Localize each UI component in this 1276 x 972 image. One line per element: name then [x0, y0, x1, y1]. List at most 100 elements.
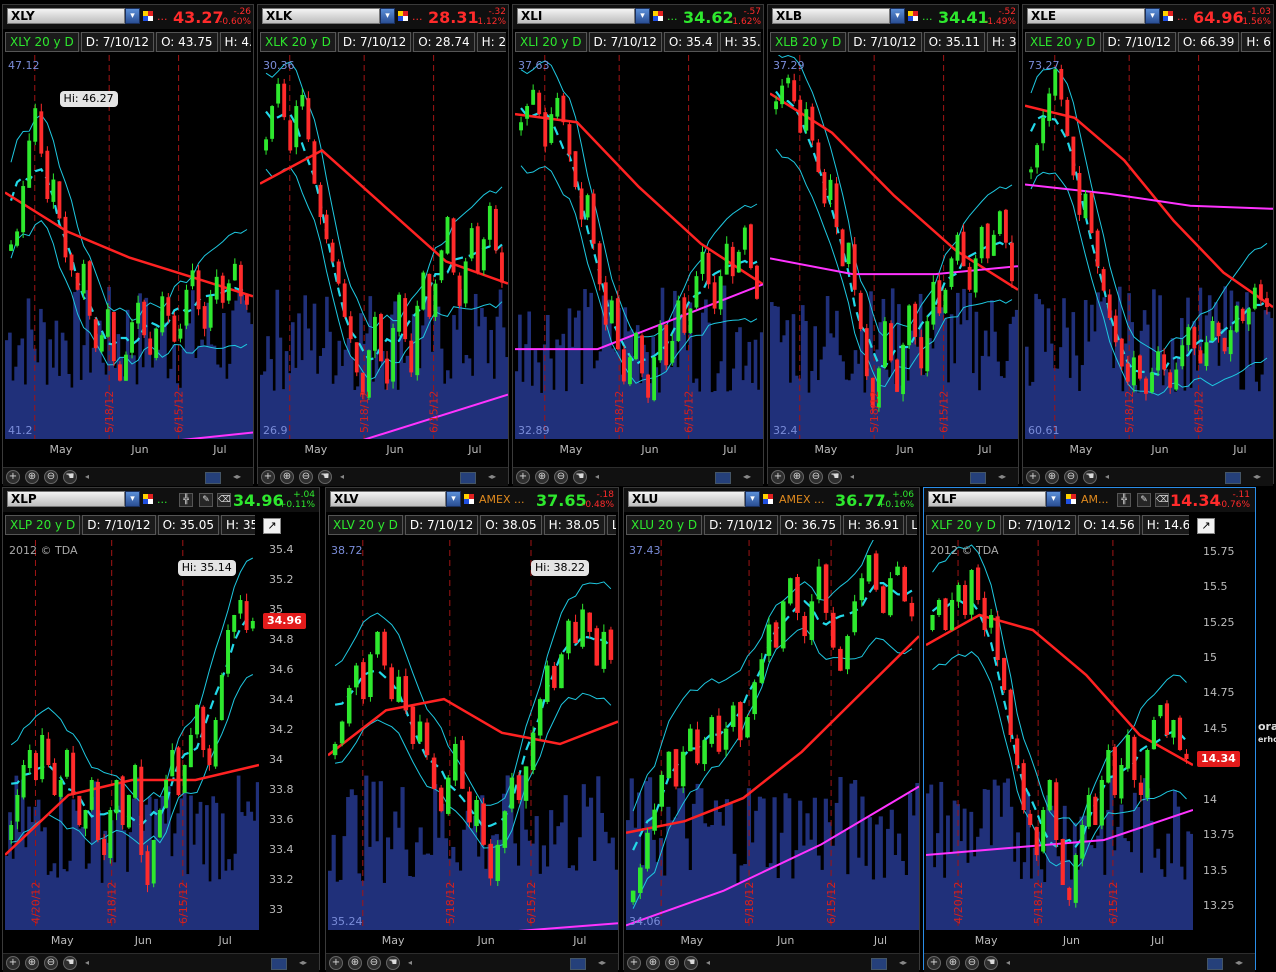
- scroll-right-icon[interactable]: ◂▸: [1253, 473, 1267, 481]
- symbol-input[interactable]: XLB: [772, 8, 890, 24]
- scroll-left-icon[interactable]: ◂: [595, 473, 601, 481]
- zoom-out-icon[interactable]: ⊖: [44, 956, 58, 970]
- scroll-right-icon[interactable]: ◂▸: [299, 959, 313, 967]
- pencil-icon[interactable]: ✎: [1137, 493, 1151, 507]
- scroll-left-icon[interactable]: ◂: [85, 473, 91, 481]
- crosshair-icon[interactable]: +: [771, 470, 785, 484]
- scrollbar-thumb[interactable]: [460, 472, 476, 484]
- price-plot[interactable]: 5/18/12 6/15/12 37.43 34.06: [626, 540, 919, 930]
- link-flag-icon[interactable]: [653, 11, 663, 21]
- drag-hand-icon[interactable]: ☚: [386, 956, 400, 970]
- symbol-input[interactable]: XLU: [628, 491, 745, 507]
- scroll-right-icon[interactable]: ◂▸: [743, 473, 757, 481]
- dropdown-icon[interactable]: ▾: [890, 8, 905, 24]
- dropdown-icon[interactable]: ▾: [1145, 8, 1160, 24]
- zoom-out-icon[interactable]: ⊖: [299, 470, 313, 484]
- drag-hand-icon[interactable]: ☚: [573, 470, 587, 484]
- symbol-input[interactable]: XLI: [517, 8, 635, 24]
- price-plot[interactable]: 5/18/12 6/15/12 37.63 32.89: [515, 55, 763, 439]
- drag-hand-icon[interactable]: ☚: [828, 470, 842, 484]
- dropdown-icon[interactable]: ▾: [446, 491, 461, 507]
- scrollbar-thumb[interactable]: [871, 958, 887, 970]
- pencil-icon[interactable]: ✎: [199, 493, 213, 507]
- crosshair-icon[interactable]: +: [927, 956, 941, 970]
- symbol-input[interactable]: XLY: [7, 8, 125, 24]
- zoom-out-icon[interactable]: ⊖: [367, 956, 381, 970]
- scroll-right-icon[interactable]: ◂▸: [1235, 959, 1249, 967]
- dropdown-icon[interactable]: ▾: [125, 491, 140, 507]
- scroll-left-icon[interactable]: ◂: [1105, 473, 1111, 481]
- link-flag-icon[interactable]: [464, 494, 474, 504]
- scroll-left-icon[interactable]: ◂: [706, 959, 712, 967]
- zoom-out-icon[interactable]: ⊖: [665, 956, 679, 970]
- crosshair-icon[interactable]: +: [627, 956, 641, 970]
- drag-hand-icon[interactable]: ☚: [684, 956, 698, 970]
- scroll-right-icon[interactable]: ◂▸: [998, 473, 1012, 481]
- drag-hand-icon[interactable]: ☚: [318, 470, 332, 484]
- scrollbar-thumb[interactable]: [715, 472, 731, 484]
- crosshair-icon[interactable]: +: [6, 956, 20, 970]
- zoom-in-icon[interactable]: ⊕: [25, 956, 39, 970]
- eraser-icon[interactable]: ⌫: [1155, 493, 1169, 507]
- price-plot[interactable]: 5/18/12 6/15/12 30.36 26.9: [260, 55, 508, 439]
- chart-pane-xlf[interactable]: XLF ▾ AM... ╬ ✎ ⌫ 14.34 -.11 -0.76% XLF 20 y D D: …: [923, 487, 1256, 972]
- drawing-tool-icon[interactable]: ↗: [263, 518, 281, 534]
- scroll-left-icon[interactable]: ◂: [1006, 959, 1012, 967]
- zoom-in-icon[interactable]: ⊕: [946, 956, 960, 970]
- scrollbar-thumb[interactable]: [1225, 472, 1241, 484]
- link-flag-icon[interactable]: [143, 494, 153, 504]
- price-plot[interactable]: 5/18/12 6/15/12 37.29 32.4: [770, 55, 1018, 439]
- zoom-in-icon[interactable]: ⊕: [25, 470, 39, 484]
- link-flag-icon[interactable]: [143, 11, 153, 21]
- zoom-out-icon[interactable]: ⊖: [1064, 470, 1078, 484]
- scroll-right-icon[interactable]: ◂▸: [598, 959, 612, 967]
- chart-pane-xlv[interactable]: XLV ▾ AMEX ... 37.65 -.18 -0.48% XLV 20 y D D: …: [325, 487, 619, 972]
- zoom-in-icon[interactable]: ⊕: [1045, 470, 1059, 484]
- eraser-icon[interactable]: ⌫: [217, 493, 231, 507]
- zoom-out-icon[interactable]: ⊖: [554, 470, 568, 484]
- crosshair-icon[interactable]: +: [261, 470, 275, 484]
- dropdown-icon[interactable]: ▾: [380, 8, 395, 24]
- drag-hand-icon[interactable]: ☚: [984, 956, 998, 970]
- drawing-tool-icon[interactable]: ↗: [1197, 518, 1215, 534]
- zoom-in-icon[interactable]: ⊕: [790, 470, 804, 484]
- link-flag-icon[interactable]: [398, 11, 408, 21]
- zoom-out-icon[interactable]: ⊖: [809, 470, 823, 484]
- zoom-in-icon[interactable]: ⊕: [348, 956, 362, 970]
- crosshair-icon[interactable]: ╬: [1117, 493, 1131, 507]
- scrollbar-thumb[interactable]: [205, 472, 221, 484]
- zoom-out-icon[interactable]: ⊖: [44, 470, 58, 484]
- crosshair-icon[interactable]: +: [329, 956, 343, 970]
- price-plot[interactable]: 5/18/12 6/15/12 73.27 60.61: [1025, 55, 1273, 439]
- scroll-right-icon[interactable]: ◂▸: [488, 473, 502, 481]
- crosshair-icon[interactable]: +: [516, 470, 530, 484]
- zoom-out-icon[interactable]: ⊖: [965, 956, 979, 970]
- dropdown-icon[interactable]: ▾: [125, 8, 140, 24]
- drag-hand-icon[interactable]: ☚: [63, 470, 77, 484]
- symbol-input[interactable]: XLK: [262, 8, 380, 24]
- symbol-input[interactable]: XLE: [1027, 8, 1145, 24]
- chart-pane-xlb[interactable]: XLB ▾... 34.41 -.52 -1.49% XLB 20 y D D: 7/10/…: [767, 4, 1019, 486]
- zoom-in-icon[interactable]: ⊕: [646, 956, 660, 970]
- drag-hand-icon[interactable]: ☚: [63, 956, 77, 970]
- scroll-left-icon[interactable]: ◂: [850, 473, 856, 481]
- price-plot[interactable]: 4/20/12 5/18/12 6/15/12 2012 © TDA Hi: 35.14: [5, 540, 259, 930]
- crosshair-icon[interactable]: +: [6, 470, 20, 484]
- symbol-input[interactable]: XLP: [7, 491, 125, 507]
- scrollbar-thumb[interactable]: [1207, 958, 1223, 970]
- scroll-right-icon[interactable]: ◂▸: [899, 959, 913, 967]
- scrollbar-thumb[interactable]: [970, 472, 986, 484]
- price-plot[interactable]: 5/18/12 6/15/12 47.12 41.2 Hi: 46.27: [5, 55, 253, 439]
- crosshair-icon[interactable]: ╬: [179, 493, 193, 507]
- chart-pane-xlp[interactable]: XLP ▾... ╬ ✎ ⌫ 34.96 +.04 +0.11% XLP 20 y D D: 7/…: [2, 487, 320, 972]
- scroll-left-icon[interactable]: ◂: [408, 959, 414, 967]
- zoom-in-icon[interactable]: ⊕: [535, 470, 549, 484]
- drag-hand-icon[interactable]: ☚: [1083, 470, 1097, 484]
- dropdown-icon[interactable]: ▾: [745, 491, 760, 507]
- chart-pane-xli[interactable]: XLI ▾... 34.62 -.57 -1.62% XLI 20 y D D: 7/10/…: [512, 4, 764, 486]
- symbol-input[interactable]: XLV: [330, 491, 446, 507]
- link-flag-icon[interactable]: [1163, 11, 1173, 21]
- link-flag-icon[interactable]: [1066, 494, 1076, 504]
- scrollbar-thumb[interactable]: [271, 958, 287, 970]
- price-plot[interactable]: 4/20/12 5/18/12 6/15/12 2012 © TDA: [926, 540, 1193, 930]
